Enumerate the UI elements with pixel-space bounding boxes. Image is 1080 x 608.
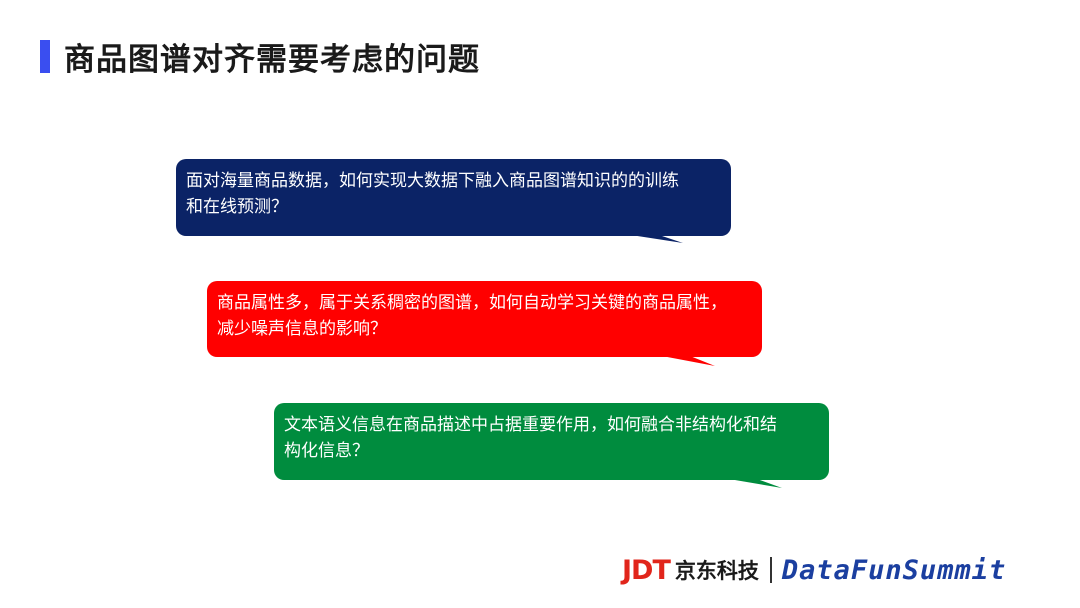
bubble-1-line-1: 面对海量商品数据，如何实现大数据下融入商品图谱知识的的训练 — [186, 171, 679, 191]
speech-bubble-2: 商品属性多，属于关系稠密的图谱，如何自动学习关键的商品属性， 减少噪声信息的影响… — [207, 281, 762, 366]
logo-divider — [769, 557, 772, 583]
bubble-1-tail — [631, 235, 683, 243]
footer-logo: JDT 京东科技 DataFunSummit — [622, 552, 1006, 588]
bubble-2-line-2: 减少噪声信息的影响？ — [217, 319, 387, 339]
bubble-1-line-2: 和在线预测？ — [186, 197, 288, 217]
brand-name: DataFunSummit — [781, 554, 1007, 586]
jdt-logo: JDT — [622, 554, 671, 586]
slide-title: 商品图谱对齐需要考虑的问题 — [64, 42, 480, 78]
bubble-3-line-2: 构化信息？ — [284, 441, 369, 461]
title-accent-bar — [40, 40, 50, 73]
company-name: 京东科技 — [674, 559, 759, 583]
bubble-3-tail — [729, 479, 782, 488]
bubble-2-line-1: 商品属性多，属于关系稠密的图谱，如何自动学习关键的商品属性， — [217, 293, 727, 313]
speech-bubble-3: 文本语义信息在商品描述中占据重要作用，如何融合非结构化和结 构化信息？ — [274, 403, 829, 488]
speech-bubble-1: 面对海量商品数据，如何实现大数据下融入商品图谱知识的的训练 和在线预测？ — [176, 159, 731, 243]
bubble-3-line-1: 文本语义信息在商品描述中占据重要作用，如何融合非结构化和结 — [284, 415, 777, 435]
bubble-2-tail — [662, 356, 715, 366]
